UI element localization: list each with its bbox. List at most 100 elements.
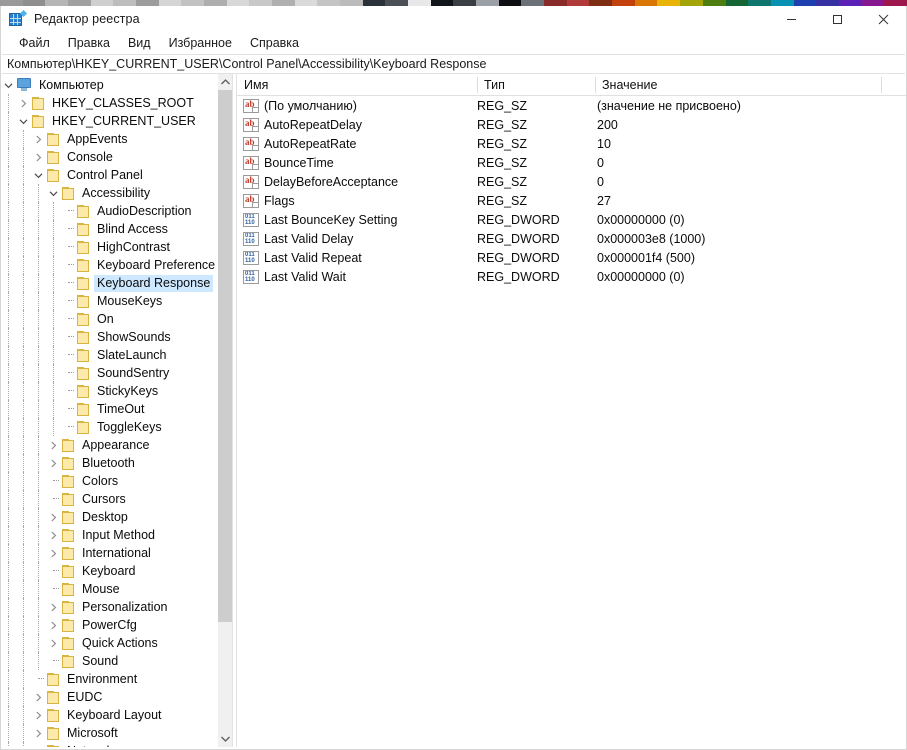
column-header-name[interactable]: Имя [237, 74, 477, 96]
tree-item-showsounds[interactable]: ShowSounds [1, 328, 217, 346]
menu-item-справка[interactable]: Справка [241, 34, 308, 52]
table-row[interactable]: AutoRepeatRate REG_SZ 10 [237, 134, 906, 153]
tree-item-bluetooth[interactable]: Bluetooth [1, 454, 217, 472]
column-header-type[interactable]: Тип [477, 74, 597, 96]
tree-item-keyboard[interactable]: Keyboard [1, 562, 217, 580]
value-name: DelayBeforeAcceptance [264, 174, 399, 189]
tree-item-console[interactable]: Console [1, 148, 217, 166]
chevron-right-icon[interactable] [31, 148, 46, 166]
tree-item-keyboard-preference[interactable]: Keyboard Preference [1, 256, 217, 274]
tree-indent-guide [31, 598, 46, 616]
values-list[interactable]: (По умолчанию) REG_SZ (значение не присвое… [237, 96, 906, 286]
tree-item-hkey-current-user[interactable]: HKEY_CURRENT_USER [1, 112, 217, 130]
table-row[interactable]: Flags REG_SZ 27 [237, 191, 906, 210]
chevron-right-icon[interactable] [31, 742, 46, 747]
close-button[interactable] [860, 6, 906, 32]
tree-item-control-panel[interactable]: Control Panel [1, 166, 217, 184]
table-row[interactable]: BounceTime REG_SZ 0 [237, 153, 906, 172]
chevron-right-icon[interactable] [16, 94, 31, 112]
chevron-right-icon[interactable] [46, 634, 61, 652]
address-bar[interactable]: Компьютер\HKEY_CURRENT_USER\Control Pane… [2, 54, 905, 74]
chevron-down-icon[interactable] [1, 76, 16, 94]
chevron-right-icon[interactable] [31, 688, 46, 706]
chevron-down-icon[interactable] [46, 184, 61, 202]
value-name: Last Valid Repeat [264, 250, 362, 265]
tree-item-sound[interactable]: Sound [1, 652, 217, 670]
tree-item-powercfg[interactable]: PowerCfg [1, 616, 217, 634]
chevron-down-icon[interactable] [16, 112, 31, 130]
tree-scrollbar[interactable] [217, 74, 232, 747]
tree-item-hkey-classes-root[interactable]: HKEY_CLASSES_ROOT [1, 94, 217, 112]
tree-leaf-connector [61, 292, 76, 310]
chevron-right-icon[interactable] [46, 436, 61, 454]
maximize-button[interactable] [814, 6, 860, 32]
tree-indent-guide [1, 706, 16, 724]
table-row[interactable]: Last BounceKey Setting REG_DWORD 0x0000000… [237, 210, 906, 229]
title-bar: Редактор реестра [1, 6, 906, 32]
scroll-down-arrow[interactable] [218, 731, 232, 747]
folder-icon [76, 402, 91, 416]
tree-item-eudc[interactable]: EUDC [1, 688, 217, 706]
tree-item-label: ShowSounds [97, 329, 171, 344]
tree-item-timeout[interactable]: TimeOut [1, 400, 217, 418]
chevron-right-icon[interactable] [46, 544, 61, 562]
tree-item-accessibility[interactable]: Accessibility [1, 184, 217, 202]
tree-item-audiodescription[interactable]: AudioDescription [1, 202, 217, 220]
chevron-right-icon[interactable] [31, 706, 46, 724]
tree-item-keyboard-layout[interactable]: Keyboard Layout [1, 706, 217, 724]
chevron-right-icon[interactable] [31, 724, 46, 742]
tree-item-colors[interactable]: Colors [1, 472, 217, 490]
tree-item-on[interactable]: On [1, 310, 217, 328]
tree-item-mouse[interactable]: Mouse [1, 580, 217, 598]
chevron-down-icon[interactable] [31, 166, 46, 184]
tree-item-appearance[interactable]: Appearance [1, 436, 217, 454]
tree-item-personalization[interactable]: Personalization [1, 598, 217, 616]
registry-tree[interactable]: Компьютер HKEY_CLASSES_ROOT HKEY_CURRENT_U… [1, 74, 217, 747]
tree-item-highcontrast[interactable]: HighContrast [1, 238, 217, 256]
table-row[interactable]: Last Valid Repeat REG_DWORD 0x000001f4 (50… [237, 248, 906, 267]
chevron-right-icon[interactable] [46, 508, 61, 526]
tree-item-network[interactable]: Network [1, 742, 217, 747]
tree-item-stickykeys[interactable]: StickyKeys [1, 382, 217, 400]
tree-leaf-connector [61, 274, 76, 292]
chevron-right-icon[interactable] [46, 598, 61, 616]
tree-item-blind-access[interactable]: Blind Access [1, 220, 217, 238]
tree-item-desktop[interactable]: Desktop [1, 508, 217, 526]
menu-item-вид[interactable]: Вид [119, 34, 160, 52]
menu-item-избранное[interactable]: Избранное [160, 34, 241, 52]
tree-item-microsoft[interactable]: Microsoft [1, 724, 217, 742]
tree-item-mousekeys[interactable]: MouseKeys [1, 292, 217, 310]
tree-item-togglekeys[interactable]: ToggleKeys [1, 418, 217, 436]
column-divider-3[interactable] [881, 77, 882, 93]
chevron-right-icon[interactable] [46, 526, 61, 544]
tree-item-appevents[interactable]: AppEvents [1, 130, 217, 148]
tree-item-cursors[interactable]: Cursors [1, 490, 217, 508]
scroll-up-arrow[interactable] [218, 74, 232, 90]
tree-item--[interactable]: Компьютер [1, 76, 217, 94]
tree-item-input-method[interactable]: Input Method [1, 526, 217, 544]
chevron-right-icon[interactable] [46, 616, 61, 634]
table-row[interactable]: AutoRepeatDelay REG_SZ 200 [237, 115, 906, 134]
tree-item-keyboard-response[interactable]: Keyboard Response [1, 274, 217, 292]
chevron-right-icon[interactable] [46, 454, 61, 472]
table-row[interactable]: DelayBeforeAcceptance REG_SZ 0 [237, 172, 906, 191]
string-value-icon [243, 98, 259, 113]
value-data: (значение не присвоено) [597, 98, 741, 113]
menu-item-файл[interactable]: Файл [10, 34, 59, 52]
table-row[interactable]: Last Valid Wait REG_DWORD 0x00000000 (0) [237, 267, 906, 286]
tree-item-soundsentry[interactable]: SoundSentry [1, 364, 217, 382]
tree-indent-guide [46, 238, 61, 256]
folder-icon [61, 510, 76, 524]
table-row[interactable]: Last Valid Delay REG_DWORD 0x000003e8 (100… [237, 229, 906, 248]
chevron-right-icon[interactable] [31, 130, 46, 148]
minimize-button[interactable] [768, 6, 814, 32]
tree-leaf-connector [46, 562, 61, 580]
tree-item-international[interactable]: International [1, 544, 217, 562]
tree-item-quick-actions[interactable]: Quick Actions [1, 634, 217, 652]
tree-item-slatelaunch[interactable]: SlateLaunch [1, 346, 217, 364]
scrollbar-thumb[interactable] [218, 90, 232, 622]
table-row[interactable]: (По умолчанию) REG_SZ (значение не присвое… [237, 96, 906, 115]
column-header-value[interactable]: Значение [595, 74, 881, 96]
tree-item-environment[interactable]: Environment [1, 670, 217, 688]
menu-item-правка[interactable]: Правка [59, 34, 119, 52]
